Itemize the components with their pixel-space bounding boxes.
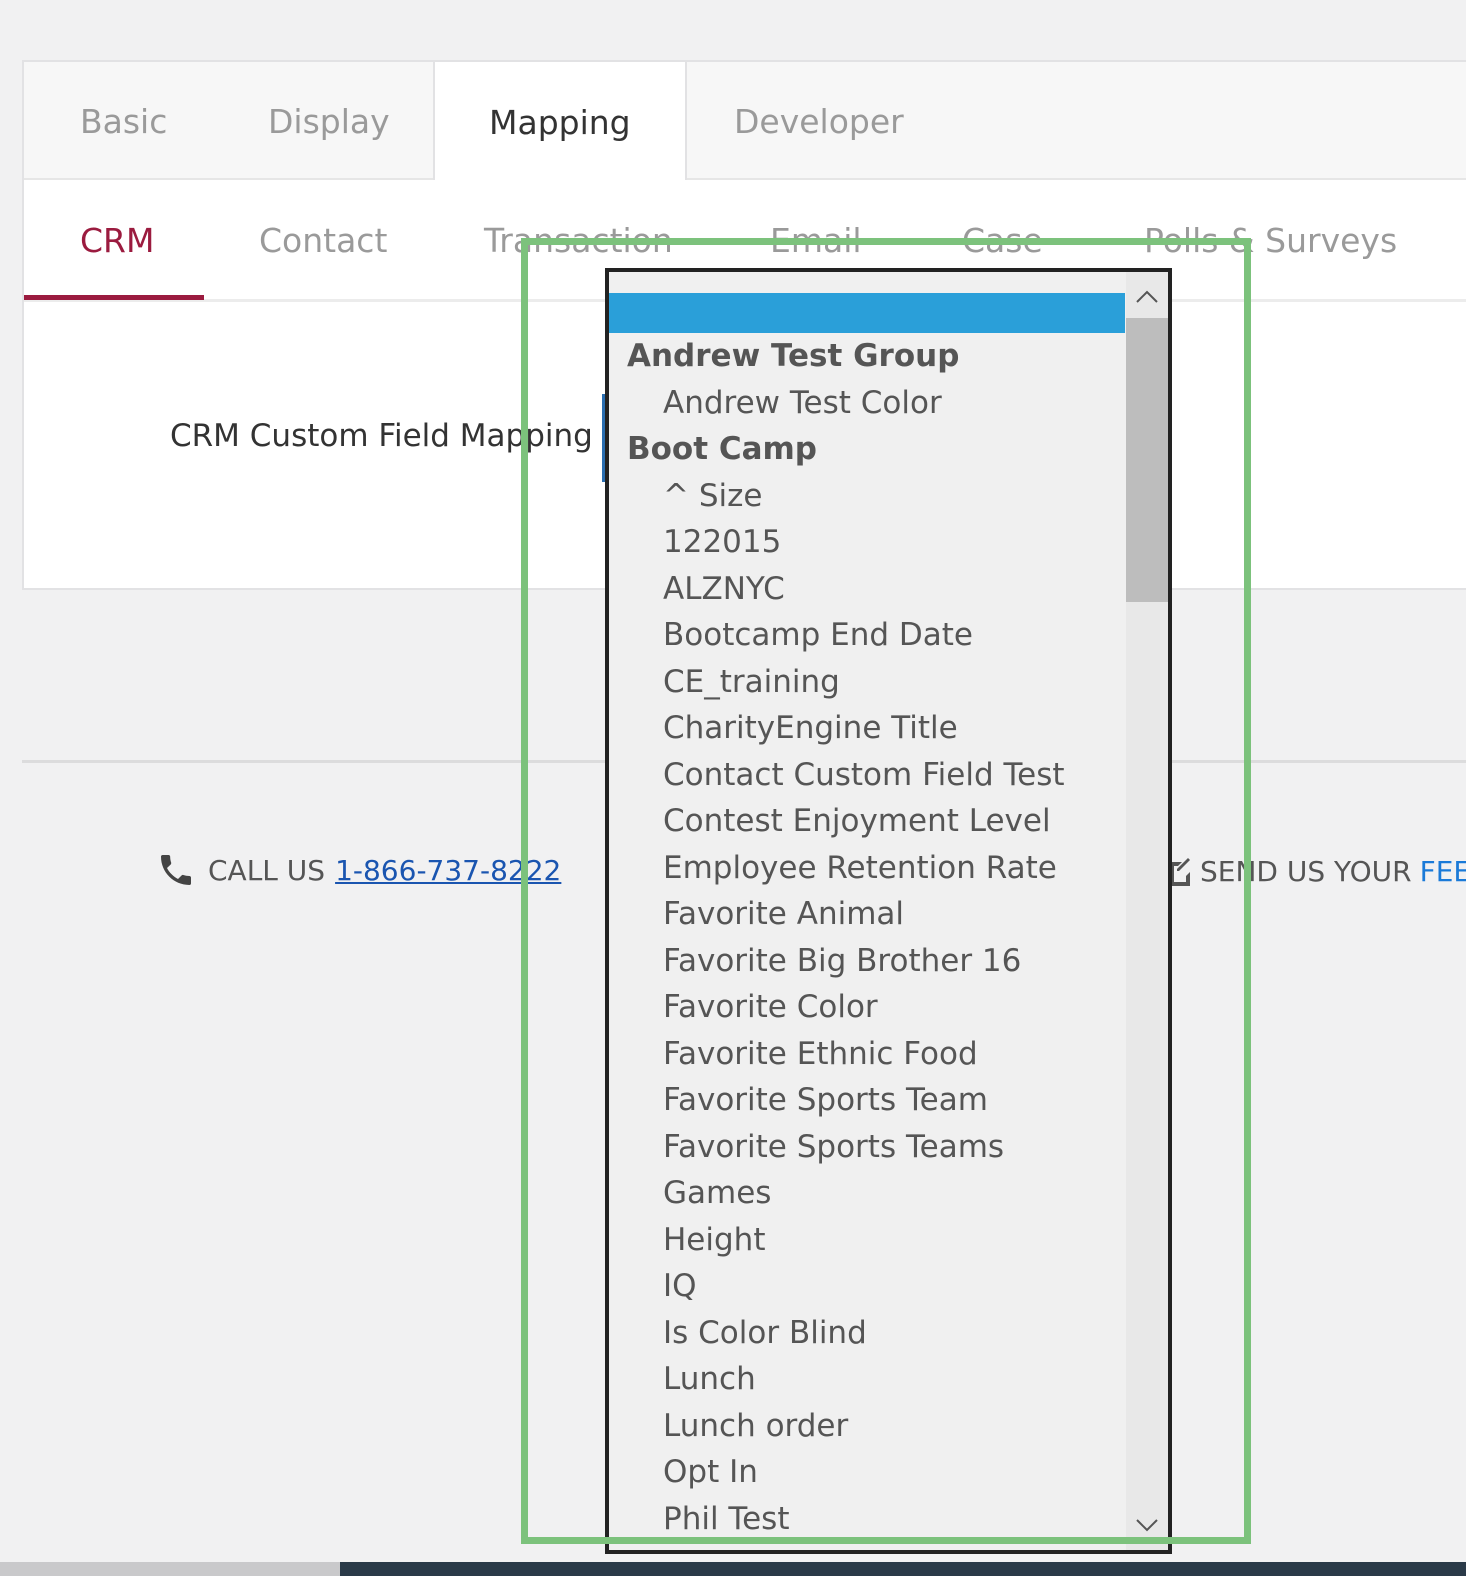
- dropdown-scrollbar[interactable]: [1126, 272, 1168, 1550]
- tab-basic[interactable]: Basic: [80, 62, 167, 180]
- crm-custom-field-mapping-label: CRM Custom Field Mapping: [170, 418, 593, 454]
- send-us-label: SEND US YOUR: [1200, 855, 1412, 888]
- feedback-link[interactable]: FEE: [1420, 855, 1466, 888]
- dropdown-option[interactable]: IQ: [609, 1263, 1125, 1310]
- dropdown-option[interactable]: Height: [609, 1217, 1125, 1264]
- dropdown-option[interactable]: Andrew Test Color: [609, 380, 1125, 427]
- dropdown-option[interactable]: Games: [609, 1170, 1125, 1217]
- dropdown-options: Andrew Test Group Andrew Test Color Boot C…: [609, 293, 1125, 1542]
- dropdown-option[interactable]: 122015: [609, 519, 1125, 566]
- scroll-up-icon[interactable]: [1126, 276, 1168, 318]
- subtab-contact[interactable]: Contact: [259, 180, 387, 300]
- dropdown-option[interactable]: CE_training: [609, 659, 1125, 706]
- dropdown-option[interactable]: Bootcamp End Date: [609, 612, 1125, 659]
- scroll-down-icon[interactable]: [1126, 1504, 1168, 1546]
- dropdown-option[interactable]: Favorite Sports Teams: [609, 1124, 1125, 1171]
- dropdown-option[interactable]: Contest Enjoyment Level: [609, 798, 1125, 845]
- dropdown-option[interactable]: Lunch order: [609, 1403, 1125, 1450]
- tab-display[interactable]: Display: [268, 62, 390, 180]
- dropdown-option[interactable]: Favorite Sports Team: [609, 1077, 1125, 1124]
- dropdown-option[interactable]: ^ Size: [609, 473, 1125, 520]
- dropdown-option-selected[interactable]: [609, 293, 1125, 333]
- dropdown-option[interactable]: CharityEngine Title: [609, 705, 1125, 752]
- dropdown-optgroup: Boot Camp: [627, 431, 817, 467]
- subtab-active-indicator: [24, 295, 204, 300]
- phone-icon: [161, 855, 191, 885]
- dropdown-option[interactable]: Employee Retention Rate: [609, 845, 1125, 892]
- dropdown-option[interactable]: Contact Custom Field Test: [609, 752, 1125, 799]
- main-tab-bar: Basic Display Mapping Developer: [24, 62, 1466, 182]
- subtab-crm[interactable]: CRM: [80, 180, 154, 300]
- dropdown-option[interactable]: ALZNYC: [609, 566, 1125, 613]
- dropdown-option[interactable]: Favorite Animal: [609, 891, 1125, 938]
- dropdown-option[interactable]: Favorite Ethnic Food: [609, 1031, 1125, 1078]
- dropdown-option[interactable]: Opt In: [609, 1449, 1125, 1496]
- phone-number-link[interactable]: 1-866-737-8222: [335, 854, 561, 887]
- bottom-bar-left: [0, 1562, 340, 1576]
- dropdown-option[interactable]: Favorite Color: [609, 984, 1125, 1031]
- subtab-polls-surveys[interactable]: Polls & Surveys: [1144, 180, 1397, 300]
- tab-mapping[interactable]: Mapping: [433, 62, 687, 182]
- dropdown-option[interactable]: Is Color Blind: [609, 1310, 1125, 1357]
- dropdown-optgroup: Andrew Test Group: [627, 338, 960, 374]
- dropdown-option[interactable]: Phil Test: [609, 1496, 1125, 1543]
- tab-developer[interactable]: Developer: [734, 62, 904, 180]
- crm-field-dropdown-list[interactable]: Andrew Test Group Andrew Test Color Boot C…: [605, 268, 1172, 1554]
- dropdown-option[interactable]: Favorite Big Brother 16: [609, 938, 1125, 985]
- bottom-bar: [340, 1562, 1466, 1576]
- footer-send-feedback: SEND US YOUR FEE: [1168, 855, 1466, 888]
- dropdown-option[interactable]: Lunch: [609, 1356, 1125, 1403]
- footer-call-us: CALL US 1-866-737-8222: [156, 850, 561, 890]
- scrollbar-thumb[interactable]: [1126, 318, 1168, 602]
- call-us-label: CALL US: [208, 853, 326, 887]
